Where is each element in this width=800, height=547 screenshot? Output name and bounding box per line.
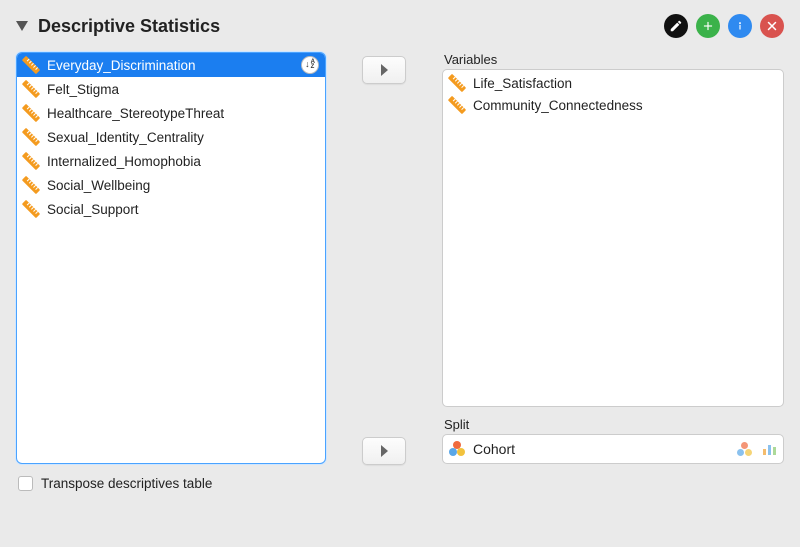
variable-name: Community_Connectedness <box>473 98 643 113</box>
scale-icon <box>20 102 43 125</box>
header-left: Descriptive Statistics <box>16 16 220 37</box>
split-box[interactable]: Cohort <box>442 434 784 464</box>
variables-section-label: Variables <box>444 52 784 67</box>
split-section-label: Split <box>444 417 784 432</box>
transfer-buttons <box>354 52 414 464</box>
scale-icon <box>20 198 43 221</box>
nominal-icon <box>449 441 465 457</box>
source-variable-item[interactable]: Healthcare_StereotypeThreat <box>17 101 325 125</box>
panel-header: Descriptive Statistics <box>16 14 784 38</box>
scale-icon <box>20 150 43 173</box>
options-footer: Transpose descriptives table <box>18 476 784 491</box>
source-variable-item[interactable]: Sexual_Identity_Centrality <box>17 125 325 149</box>
variable-name: Social_Support <box>47 202 139 217</box>
variable-name: Healthcare_StereotypeThreat <box>47 106 224 121</box>
move-to-split-button[interactable] <box>362 437 406 465</box>
panel-title: Descriptive Statistics <box>38 16 220 37</box>
info-button[interactable] <box>728 14 752 38</box>
ordinal-icon <box>763 443 777 455</box>
chevron-right-icon <box>379 64 389 76</box>
scale-icon <box>20 126 43 149</box>
transpose-checkbox[interactable] <box>18 476 33 491</box>
pencil-icon <box>669 19 683 33</box>
variable-name: Sexual_Identity_Centrality <box>47 130 204 145</box>
assigned-variable-item[interactable]: Life_Satisfaction <box>443 72 783 94</box>
info-icon <box>733 19 747 33</box>
chevron-right-icon <box>379 445 389 457</box>
header-actions <box>664 14 784 38</box>
source-variable-item[interactable]: Felt_Stigma <box>17 77 325 101</box>
split-variable-name: Cohort <box>473 441 515 457</box>
scale-icon <box>20 78 43 101</box>
available-variables-list[interactable]: Everyday_Discrimination ↓AZ Felt_Stigma Hea… <box>16 52 326 464</box>
transpose-checkbox-label: Transpose descriptives table <box>41 476 212 491</box>
variable-name: Internalized_Homophobia <box>47 154 201 169</box>
source-variable-item[interactable]: Everyday_Discrimination ↓AZ <box>17 53 325 77</box>
scale-icon <box>20 174 43 197</box>
assigned-variable-item[interactable]: Community_Connectedness <box>443 94 783 116</box>
plus-icon <box>701 19 715 33</box>
close-icon <box>765 19 779 33</box>
scale-icon <box>446 72 469 95</box>
close-button[interactable] <box>760 14 784 38</box>
edit-button[interactable] <box>664 14 688 38</box>
move-to-variables-button[interactable] <box>362 56 406 84</box>
variable-name: Social_Wellbeing <box>47 178 150 193</box>
add-button[interactable] <box>696 14 720 38</box>
variables-list[interactable]: Life_Satisfaction Community_Connectedness <box>442 69 784 407</box>
scale-icon <box>446 94 469 117</box>
source-variable-item[interactable]: Social_Support <box>17 197 325 221</box>
sort-az-icon[interactable]: ↓AZ <box>301 56 319 74</box>
split-type-icons <box>737 442 777 456</box>
nominal-icon <box>737 442 751 456</box>
source-variable-item[interactable]: Social_Wellbeing <box>17 173 325 197</box>
variable-name: Felt_Stigma <box>47 82 119 97</box>
source-variable-item[interactable]: Internalized_Homophobia <box>17 149 325 173</box>
assigned-panels: Variables Life_Satisfaction Community_Con… <box>442 52 784 464</box>
collapse-toggle-icon[interactable] <box>16 21 28 31</box>
scale-icon <box>20 54 43 77</box>
variable-name: Everyday_Discrimination <box>47 58 196 73</box>
variable-name: Life_Satisfaction <box>473 76 572 91</box>
